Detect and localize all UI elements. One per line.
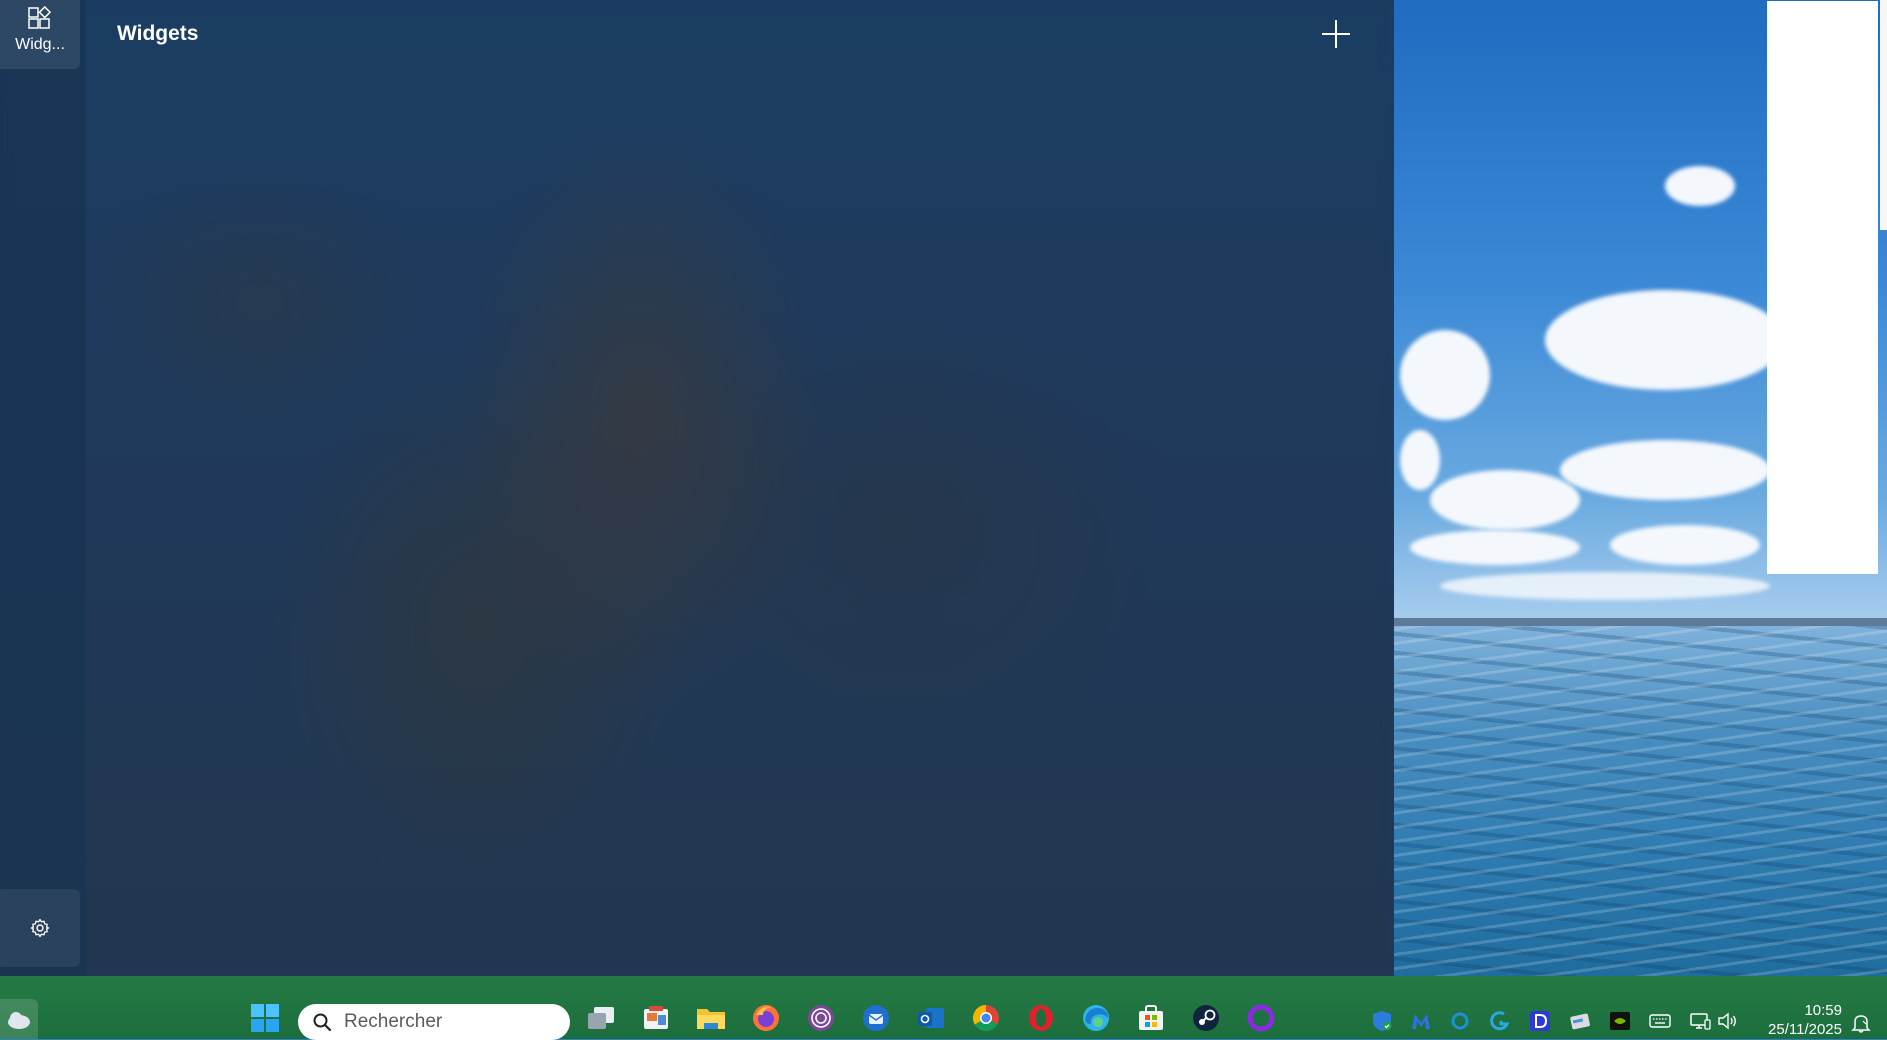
task-view-button[interactable]: [584, 1001, 618, 1035]
keyboard-icon: [1649, 1014, 1671, 1028]
blue-circle-icon: [1451, 1012, 1469, 1030]
weather-widget-button[interactable]: [0, 999, 38, 1039]
app-firefox[interactable]: [749, 1001, 783, 1035]
tor-browser-icon: [808, 1005, 834, 1031]
add-widget-button[interactable]: [1316, 14, 1356, 54]
app-steam[interactable]: [1189, 1001, 1223, 1035]
outlook-icon: [918, 1008, 944, 1028]
speaker-icon: [1718, 1012, 1736, 1030]
widgets-tab[interactable]: Widg...: [0, 0, 80, 69]
nvidia-icon: [1610, 1012, 1630, 1030]
gear-icon: [30, 918, 50, 938]
steam-icon: [1193, 1005, 1219, 1031]
tray-app-c[interactable]: [1448, 1009, 1472, 1033]
thunderbird-icon: [863, 1005, 889, 1031]
purple-ring-icon: [1247, 1004, 1275, 1032]
chrome-icon: [972, 1004, 999, 1032]
search-box[interactable]: Rechercher: [298, 1004, 570, 1040]
malwarebytes-icon: [1412, 1014, 1430, 1029]
clock-date: 25/11/2025: [1768, 1021, 1842, 1038]
card-icon: [1570, 1013, 1590, 1030]
app-opera[interactable]: [1024, 1001, 1058, 1035]
window-edge: [1880, 0, 1887, 230]
app-chrome[interactable]: [969, 1001, 1003, 1035]
taskbar: Rechercher 10:59 25/11/2025: [0, 976, 1887, 1040]
logitech-icon: [1490, 1011, 1510, 1031]
microsoft-store-icon: [1139, 1005, 1163, 1030]
cloud: [1610, 525, 1760, 565]
task-view-icon: [588, 1007, 614, 1029]
app-circle[interactable]: [1244, 1001, 1278, 1035]
app-tor[interactable]: [804, 1001, 838, 1035]
firefox-icon: [753, 1005, 779, 1031]
shield-icon: [1373, 1011, 1392, 1031]
app-file-explorer[interactable]: [694, 1001, 728, 1035]
notification-bell-icon[interactable]: [1850, 1012, 1872, 1034]
start-button[interactable]: [248, 1001, 282, 1035]
cloud: [1665, 166, 1735, 206]
photos-icon: [644, 1006, 668, 1029]
tray-nvidia[interactable]: [1608, 1009, 1632, 1033]
board-side-rail: Widg...: [0, 0, 86, 976]
widgets-board: Widg... Widgets: [0, 0, 1394, 976]
tray-malwarebytes[interactable]: [1409, 1009, 1433, 1033]
tray-network[interactable]: [1688, 1009, 1712, 1033]
windows-logo-icon: [251, 1004, 279, 1032]
cloud: [1400, 330, 1490, 420]
tray-defender[interactable]: [1370, 1009, 1394, 1033]
cloud: [1560, 440, 1770, 500]
tray-app-card[interactable]: [1568, 1009, 1592, 1033]
board-background: [0, 0, 1394, 976]
app-edge[interactable]: [1079, 1001, 1113, 1035]
widgets-icon: [28, 6, 52, 29]
cloud: [1410, 530, 1580, 565]
tray-app-d[interactable]: [1528, 1009, 1552, 1033]
cloud-weather-icon: [8, 1012, 30, 1029]
board-title: Widgets: [117, 22, 199, 45]
cloud: [1545, 290, 1785, 390]
plus-icon: [1322, 20, 1350, 48]
settings-button[interactable]: [0, 889, 80, 967]
app-store[interactable]: [1134, 1001, 1168, 1035]
widgets-tab-label: Widg...: [15, 36, 65, 53]
tray-logitech[interactable]: [1488, 1009, 1512, 1033]
clock-time: 10:59: [1804, 1002, 1842, 1019]
search-icon: [313, 1013, 332, 1032]
search-placeholder: Rechercher: [344, 1011, 443, 1032]
app-outlook[interactable]: [914, 1001, 948, 1035]
tray-keyboard[interactable]: [1648, 1009, 1672, 1033]
folder-icon: [697, 1009, 725, 1029]
blank-window-panel: [1767, 1, 1878, 574]
cloud: [1400, 430, 1440, 490]
clock[interactable]: 10:59 25/11/2025: [1754, 1001, 1842, 1039]
app-photos[interactable]: [639, 1001, 673, 1035]
opera-icon: [1029, 1005, 1053, 1031]
cloud: [1440, 572, 1770, 600]
network-icon: [1690, 1013, 1711, 1030]
tray-volume[interactable]: [1716, 1009, 1740, 1033]
cloud: [1430, 470, 1580, 530]
app-thunderbird[interactable]: [859, 1001, 893, 1035]
edge-icon: [1083, 1005, 1109, 1031]
d-badge-icon: [1530, 1011, 1550, 1031]
